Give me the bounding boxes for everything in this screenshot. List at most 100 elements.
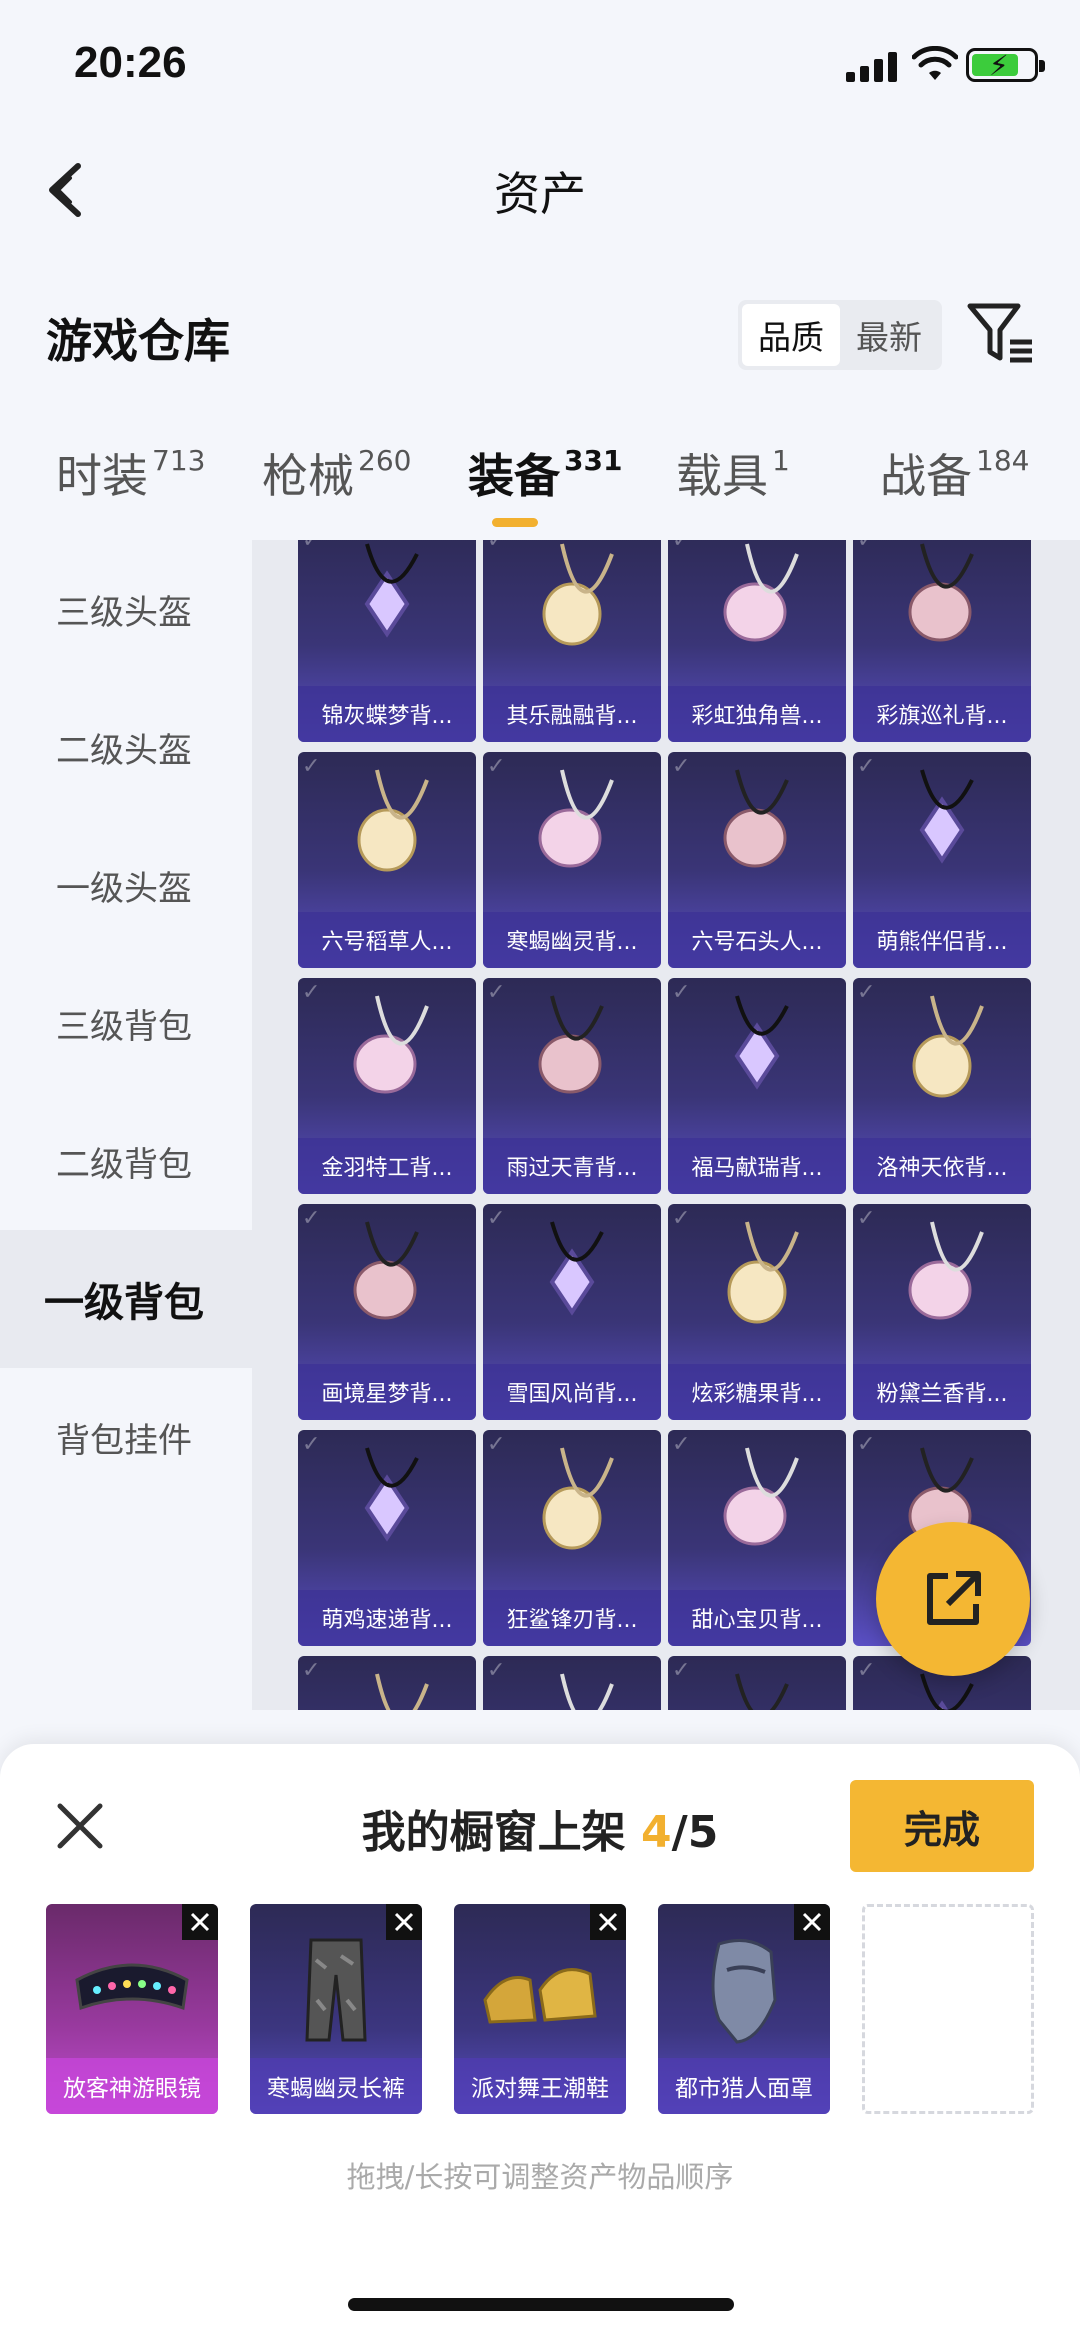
subnav-item-active[interactable]: 一级背包 — [0, 1230, 252, 1368]
backpack-item-image — [538, 769, 614, 868]
mask-item-image — [711, 1938, 777, 2044]
wifi-icon — [912, 46, 958, 80]
tab-equipment[interactable]: 装备 331 — [468, 440, 622, 506]
grid-item-card[interactable]: ✓ 六号石头人... — [668, 752, 846, 968]
grid-item-label: 萌熊伴侣背... — [853, 912, 1031, 968]
grid-item-card[interactable]: ✓ 彩旗巡礼背... — [853, 540, 1031, 742]
grid-item-card[interactable]: ✓ 狂鲨锋刃背... — [483, 1430, 661, 1646]
grid-item-card[interactable]: ✓ 金羽特工背... — [298, 978, 476, 1194]
showcase-slot[interactable]: 寒蝎幽灵长裤 — [250, 1904, 422, 2114]
grid-item-card[interactable]: ✓ 萌鸡速递背... — [298, 1430, 476, 1646]
backpack-item-image — [908, 1221, 984, 1320]
empty-showcase-slot[interactable] — [862, 1904, 1034, 2114]
backpack-item-image — [908, 543, 974, 642]
grid-item-label: 洛神天依背... — [853, 1138, 1031, 1194]
grid-item-card[interactable]: ✓ 寒蝎幽灵背... — [483, 752, 661, 968]
grid-item-card[interactable]: ✓ 锦灰蝶梦背... — [298, 540, 476, 742]
grid-item-card[interactable]: ✓ 萌熊伴侣背... — [853, 752, 1031, 968]
slot-label: 派对舞王潮鞋 — [454, 2058, 626, 2114]
remove-icon[interactable] — [386, 1904, 422, 1940]
showcase-slot[interactable]: 都市猎人面罩 — [658, 1904, 830, 2114]
tab-guns[interactable]: 枪械 260 — [262, 440, 411, 506]
grid-item-card[interactable]: ✓ 六号稻草人... — [298, 752, 476, 968]
panel-title-text: 我的橱窗上架 — [361, 1807, 626, 1858]
check-icon: ✓ — [487, 1658, 506, 1683]
backpack-item-image — [549, 1221, 604, 1316]
subnav-item[interactable]: 背包挂件 — [0, 1368, 252, 1506]
grid-item-card[interactable]: ✓ — [668, 1656, 846, 1710]
showcase-count: 4 — [641, 1807, 672, 1858]
grid-item-label: 甜心宝贝背... — [668, 1590, 846, 1646]
grid-item-card[interactable]: ✓ — [298, 1656, 476, 1710]
status-bar: 20:26 ⚡ — [0, 0, 1080, 130]
grid-item-label: 六号石头人... — [668, 912, 846, 968]
backpack-item-image — [912, 995, 984, 1098]
backpack-item-image — [735, 1673, 789, 1710]
remove-icon[interactable] — [182, 1904, 218, 1940]
tab-count: 184 — [976, 444, 1030, 477]
sort-toggle: 品质 最新 — [738, 300, 942, 370]
subnav-item[interactable]: 三级背包 — [0, 954, 252, 1092]
grid-item-card[interactable]: ✓ 其乐融融背... — [483, 540, 661, 742]
backpack-item-image — [538, 995, 604, 1094]
showcase-slot[interactable]: 派对舞王潮鞋 — [454, 1904, 626, 2114]
grid-item-label: 萌鸡速递背... — [298, 1590, 476, 1646]
grid-item-card[interactable]: ✓ 雪国风尚背... — [483, 1204, 661, 1420]
active-tab-indicator — [492, 518, 538, 527]
backpack-item-image — [723, 769, 789, 868]
share-button[interactable] — [876, 1522, 1030, 1676]
subnav-item[interactable]: 二级头盔 — [0, 678, 252, 816]
grid-item-label: 六号稻草人... — [298, 912, 476, 968]
showcase-slot[interactable]: 放客神游眼镜 — [46, 1904, 218, 2114]
grid-item-label: 锦灰蝶梦背... — [298, 686, 476, 742]
sort-quality-button[interactable]: 品质 — [742, 304, 840, 366]
grid-item-label: 彩虹独角兽... — [668, 686, 846, 742]
backpack-item-image — [364, 543, 419, 638]
sort-newest-button[interactable]: 最新 — [840, 304, 938, 366]
check-icon: ✓ — [672, 1658, 691, 1683]
check-icon: ✓ — [857, 1206, 876, 1231]
filter-icon[interactable] — [966, 300, 1036, 366]
subcategory-list: 三级头盔 二级头盔 一级头盔 三级背包 二级背包 一级背包 背包挂件 — [0, 540, 252, 1506]
remove-icon[interactable] — [590, 1904, 626, 1940]
check-icon: ✓ — [487, 540, 506, 553]
grid-item-card[interactable]: ✓ 画境星梦背... — [298, 1204, 476, 1420]
grid-item-card[interactable]: ✓ 洛神天依背... — [853, 978, 1031, 1194]
grid-item-card[interactable]: ✓ 彩虹独角兽... — [668, 540, 846, 742]
subnav-item[interactable]: 二级背包 — [0, 1092, 252, 1230]
backpack-item-image — [542, 1447, 614, 1550]
grid-item-card[interactable]: ✓ 福马献瑞背... — [668, 978, 846, 1194]
backpack-item-image — [364, 1447, 419, 1542]
grid-item-label: 画境星梦背... — [298, 1364, 476, 1420]
backpack-item-image — [723, 543, 799, 642]
check-icon: ✓ — [672, 754, 691, 779]
grid-item-card[interactable]: ✓ 雨过天青背... — [483, 978, 661, 1194]
subnav-item[interactable]: 三级头盔 — [0, 540, 252, 678]
remove-icon[interactable] — [794, 1904, 830, 1940]
subnav-item[interactable]: 一级头盔 — [0, 816, 252, 954]
check-icon: ✓ — [302, 1432, 321, 1457]
grid-item-card[interactable]: ✓ — [483, 1656, 661, 1710]
shoes-item-image — [483, 1968, 597, 2024]
tab-count: 260 — [358, 444, 412, 477]
check-icon: ✓ — [857, 754, 876, 779]
check-icon: ✓ — [857, 1658, 876, 1683]
check-icon: ✓ — [302, 540, 321, 553]
grid-item-card[interactable]: ✓ 炫彩糖果背... — [668, 1204, 846, 1420]
grid-item-card[interactable]: ✓ 甜心宝贝背... — [668, 1430, 846, 1646]
showcase-total: /5 — [671, 1807, 719, 1858]
tab-vehicles[interactable]: 载具 1 — [676, 440, 790, 506]
tab-count: 713 — [152, 444, 206, 477]
grid-item-label: 炫彩糖果背... — [668, 1364, 846, 1420]
glasses-item-image — [75, 1963, 189, 2011]
share-icon — [927, 1571, 981, 1625]
check-icon: ✓ — [672, 1432, 691, 1457]
tab-fashion[interactable]: 时装 713 — [56, 440, 205, 506]
tab-label: 战备 — [880, 449, 972, 503]
grid-item-card[interactable]: ✓ 粉黛兰香背... — [853, 1204, 1031, 1420]
tab-supplies[interactable]: 战备 184 — [880, 440, 1029, 506]
backpack-item-image — [542, 543, 614, 646]
check-icon: ✓ — [302, 980, 321, 1005]
done-button[interactable]: 完成 — [850, 1780, 1034, 1872]
check-icon: ✓ — [302, 1658, 321, 1683]
